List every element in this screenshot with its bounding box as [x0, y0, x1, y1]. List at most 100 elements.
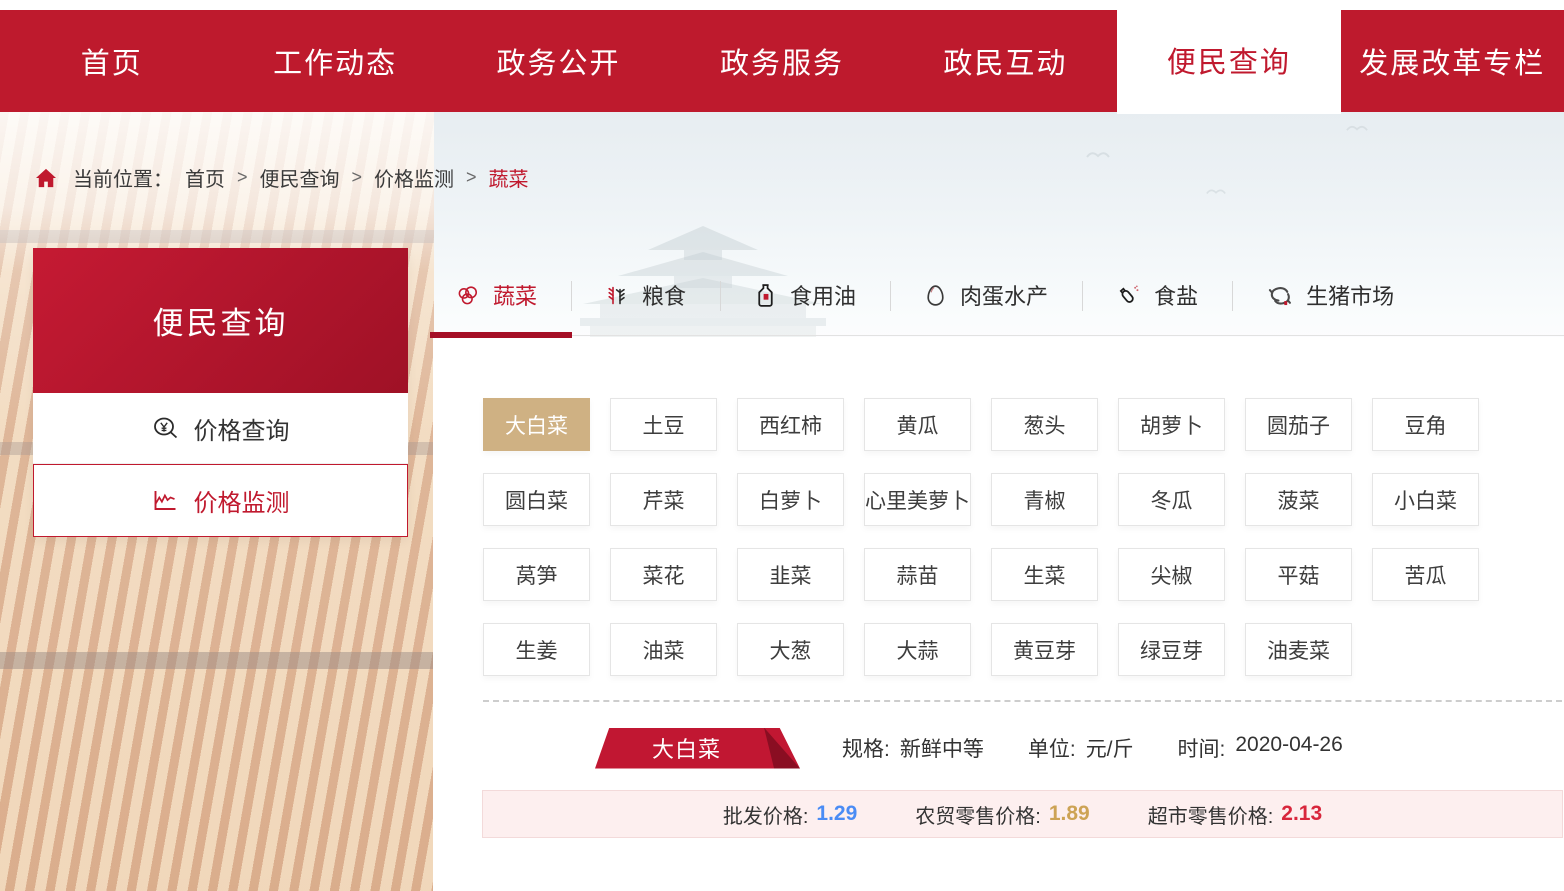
vegetable-button[interactable]: 大蒜 — [864, 623, 971, 676]
vegetable-button[interactable]: 青椒 — [991, 473, 1098, 526]
breadcrumb-prefix: 当前位置： — [73, 163, 173, 192]
tab-1[interactable]: 蔬菜 — [430, 255, 571, 335]
price-item-3: 超市零售价格: 2.13 — [1148, 800, 1322, 829]
wheat-icon — [605, 283, 629, 308]
bird-icon — [1085, 148, 1111, 160]
vegetable-button[interactable]: 葱头 — [991, 398, 1098, 451]
unit-field: 单位: 元/斤 — [1028, 733, 1134, 763]
time-value: 2020-04-26 — [1235, 733, 1342, 763]
selected-item-name: 大白菜 — [595, 728, 778, 769]
price-value: 1.89 — [1049, 802, 1090, 826]
vegetable-button[interactable]: 韭菜 — [737, 548, 844, 601]
egg-icon — [924, 283, 947, 308]
sidebar-title: 便民查询 — [33, 248, 408, 393]
vegetable-button[interactable]: 黄豆芽 — [991, 623, 1098, 676]
price-label: 超市零售价格: — [1148, 800, 1274, 829]
vegetable-button[interactable]: 西红柿 — [737, 398, 844, 451]
spec-value: 新鲜中等 — [900, 733, 984, 763]
sidebar: 便民查询 价格查询 价格监测 — [33, 248, 408, 537]
breadcrumb-link-3[interactable]: 价格监测 — [374, 163, 454, 192]
vegetable-button[interactable]: 蒜苗 — [864, 548, 971, 601]
vegetable-button[interactable]: 尖椒 — [1118, 548, 1225, 601]
tab-label: 生猪市场 — [1306, 279, 1394, 311]
spec-field: 规格: 新鲜中等 — [842, 733, 984, 763]
bird-icon — [1345, 122, 1369, 133]
vegetable-button[interactable]: 黄瓜 — [864, 398, 971, 451]
price-label: 批发价格: — [723, 800, 809, 829]
nav-item-4[interactable]: 政务服务 — [670, 10, 893, 112]
tab-label: 蔬菜 — [493, 279, 537, 311]
vegetable-button[interactable]: 芹菜 — [610, 473, 717, 526]
top-nav: 首页工作动态政务公开政务服务政民互动便民查询发展改革专栏 — [0, 10, 1564, 112]
price-chart-icon — [152, 488, 179, 513]
breadcrumb-links: 首页>便民查询>价格监测>蔬菜 — [185, 163, 529, 192]
vegetable-grid: 大白菜土豆西红柿黄瓜葱头胡萝卜圆茄子豆角圆白菜芹菜白萝卜心里美萝卜青椒冬瓜菠菜小… — [483, 398, 1483, 676]
sidebar-item-label: 价格监测 — [194, 483, 290, 518]
vegetable-button[interactable]: 胡萝卜 — [1118, 398, 1225, 451]
breadcrumb: 当前位置： 首页>便民查询>价格监测>蔬菜 — [35, 163, 529, 192]
unit-label: 单位: — [1028, 733, 1076, 763]
price-value: 1.29 — [816, 802, 857, 826]
vegetable-button[interactable]: 苦瓜 — [1372, 548, 1479, 601]
oil-bottle-icon — [754, 283, 777, 308]
vegetable-icon — [455, 283, 480, 308]
pig-icon — [1266, 283, 1293, 308]
vegetable-button[interactable]: 绿豆芽 — [1118, 623, 1225, 676]
nav-item-2[interactable]: 工作动态 — [223, 10, 446, 112]
vegetable-button[interactable]: 大葱 — [737, 623, 844, 676]
nav-item-7[interactable]: 发展改革专栏 — [1341, 10, 1564, 112]
vegetable-button[interactable]: 生姜 — [483, 623, 590, 676]
breadcrumb-link-2[interactable]: 便民查询 — [260, 163, 340, 192]
price-bar: 批发价格: 1.29 农贸零售价格: 1.89 超市零售价格: 2.13 — [482, 790, 1563, 838]
sidebar-item-price-query[interactable]: 价格查询 — [33, 393, 408, 464]
bird-icon — [1205, 186, 1227, 196]
vegetable-button[interactable]: 油菜 — [610, 623, 717, 676]
spec-label: 规格: — [842, 733, 890, 763]
vegetable-button[interactable]: 土豆 — [610, 398, 717, 451]
vegetable-button[interactable]: 心里美萝卜 — [864, 473, 971, 526]
tab-label: 肉蛋水产 — [960, 279, 1048, 311]
price-item-2: 农贸零售价格: 1.89 — [915, 800, 1089, 829]
vegetable-button[interactable]: 菜花 — [610, 548, 717, 601]
vegetable-button[interactable]: 油麦菜 — [1245, 623, 1352, 676]
tab-3[interactable]: 食用油 — [720, 255, 890, 335]
tab-5[interactable]: 食盐 — [1082, 255, 1232, 335]
vegetable-button[interactable]: 白萝卜 — [737, 473, 844, 526]
vegetable-button[interactable]: 平菇 — [1245, 548, 1352, 601]
breadcrumb-link-1[interactable]: 首页 — [185, 163, 225, 192]
tab-4[interactable]: 肉蛋水产 — [890, 255, 1082, 335]
page: 首页工作动态政务公开政务服务政民互动便民查询发展改革专栏 当前位置： 首页>便民… — [0, 0, 1564, 891]
detail-fields: 规格: 新鲜中等 单位: 元/斤 时间: 2020-04-26 — [842, 733, 1343, 763]
nav-item-1[interactable]: 首页 — [0, 10, 223, 112]
nav-item-5[interactable]: 政民互动 — [894, 10, 1117, 112]
sidebar-item-label: 价格查询 — [194, 411, 290, 446]
category-tabbar: 蔬菜 粮食 食用油 肉蛋水产 食盐 生猪市场 — [430, 255, 1564, 336]
vegetable-button[interactable]: 豆角 — [1372, 398, 1479, 451]
nav-item-6[interactable]: 便民查询 — [1117, 0, 1340, 114]
vegetable-button[interactable]: 小白菜 — [1372, 473, 1479, 526]
vegetable-button[interactable]: 冬瓜 — [1118, 473, 1225, 526]
vegetable-button[interactable]: 圆茄子 — [1245, 398, 1352, 451]
tab-label: 食用油 — [790, 279, 856, 311]
time-field: 时间: 2020-04-26 — [1178, 733, 1343, 763]
sidebar-item-price-monitor[interactable]: 价格监测 — [33, 464, 408, 537]
vegetable-button[interactable]: 生菜 — [991, 548, 1098, 601]
time-label: 时间: — [1178, 733, 1226, 763]
dashed-divider — [483, 700, 1562, 702]
tab-label: 食盐 — [1154, 279, 1198, 311]
vegetable-button[interactable]: 大白菜 — [483, 398, 590, 451]
tab-label: 粮食 — [642, 279, 686, 311]
price-label: 农贸零售价格: — [915, 800, 1041, 829]
nav-item-3[interactable]: 政务公开 — [447, 10, 670, 112]
tab-2[interactable]: 粮食 — [571, 255, 720, 335]
detail-row: 大白菜 规格: 新鲜中等 单位: 元/斤 时间: 2020-04-26 — [483, 726, 1564, 770]
breadcrumb-link-4[interactable]: 蔬菜 — [489, 163, 529, 192]
selected-item-ribbon: 大白菜 — [595, 728, 800, 769]
tab-6[interactable]: 生猪市场 — [1232, 255, 1428, 335]
price-value: 2.13 — [1281, 802, 1322, 826]
breadcrumb-separator: > — [237, 167, 248, 188]
vegetable-button[interactable]: 菠菜 — [1245, 473, 1352, 526]
breadcrumb-separator: > — [466, 167, 477, 188]
vegetable-button[interactable]: 圆白菜 — [483, 473, 590, 526]
vegetable-button[interactable]: 莴笋 — [483, 548, 590, 601]
